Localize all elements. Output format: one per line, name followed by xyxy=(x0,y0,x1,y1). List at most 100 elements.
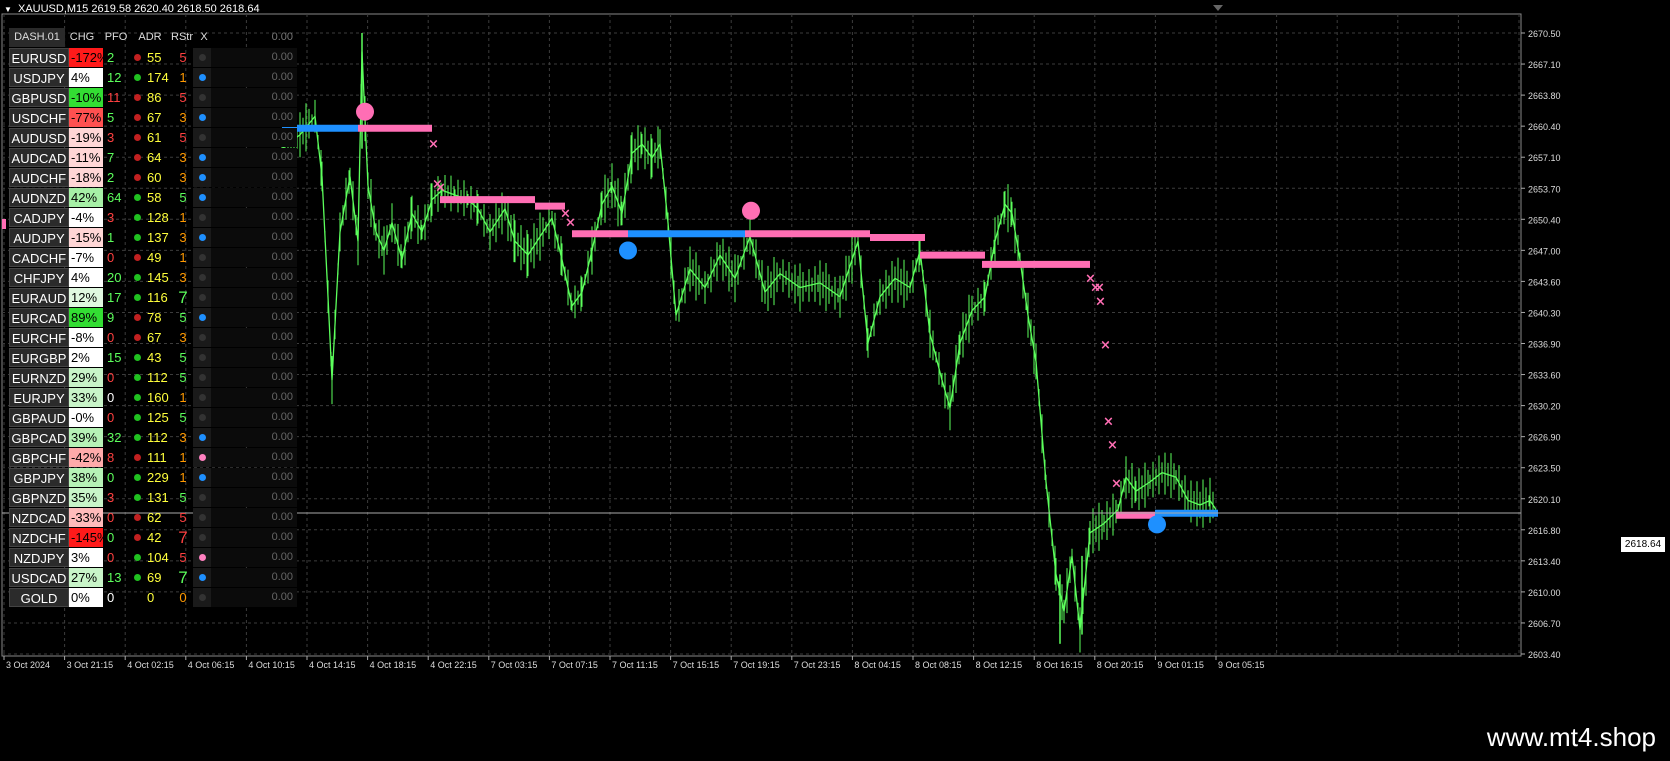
pfo-cell: 0 xyxy=(107,249,115,265)
value-cell: 0.00 xyxy=(211,127,297,147)
symbol-button[interactable]: USDCHF xyxy=(9,107,69,127)
signal-dot-icon xyxy=(193,347,211,367)
symbol-button[interactable]: AUDUSD xyxy=(9,127,69,147)
time-label: 7 Oct 23:15 xyxy=(794,660,841,670)
pfo-cell: 0 xyxy=(107,329,115,345)
dashboard-title[interactable]: DASH.01 xyxy=(9,28,65,47)
price-label: 2647.00 xyxy=(1528,246,1561,256)
change-cell: 4% xyxy=(69,267,103,287)
symbol-button[interactable]: GBPJPY xyxy=(9,467,69,487)
dashboard-row: USDJPY 4% 12 174 1 0.00 xyxy=(9,67,297,87)
symbol-button[interactable]: GOLD xyxy=(9,587,69,607)
price-label: 2620.10 xyxy=(1528,495,1561,505)
pfo-cell: 3 xyxy=(107,489,115,505)
symbol-button[interactable]: NZDCHF xyxy=(9,527,69,547)
symbol-button[interactable]: EURCAD xyxy=(9,307,69,327)
value-cell: 0.00 xyxy=(211,47,297,67)
symbol-button[interactable]: CADJPY xyxy=(9,207,69,227)
signal-dot-icon xyxy=(193,507,211,527)
header-value: 0.00 xyxy=(271,31,293,43)
price-label: 2636.90 xyxy=(1528,340,1561,350)
pfo-cell: 9 xyxy=(107,309,115,325)
rstr-cell: 0 xyxy=(179,589,187,605)
close-button[interactable]: X xyxy=(197,28,211,47)
symbol-button[interactable]: GBPAUD xyxy=(9,407,69,427)
pfo-dot-icon xyxy=(131,488,143,507)
price-label: 2626.90 xyxy=(1528,433,1561,443)
header-rstr[interactable]: RStr xyxy=(167,28,197,47)
header-pfo[interactable]: PFO xyxy=(99,28,133,47)
adr-cell: 160 xyxy=(147,389,169,405)
rstr-cell: 5 xyxy=(179,129,187,145)
symbol-timeframe: XAUUSD,M15 xyxy=(17,3,89,15)
symbol-button[interactable]: EURJPY xyxy=(9,387,69,407)
value-cell: 0.00 xyxy=(211,247,297,267)
symbol-button[interactable]: EURCHF xyxy=(9,327,69,347)
pfo-dot-icon xyxy=(131,508,143,527)
symbol-button[interactable]: AUDCHF xyxy=(9,167,69,187)
signal-cross-icon: × xyxy=(1100,338,1111,353)
price-label: 2616.80 xyxy=(1528,526,1561,536)
header-adr[interactable]: ADR xyxy=(133,28,167,47)
symbol-button[interactable]: EURAUD xyxy=(9,287,69,307)
chart-window[interactable]: 2670.50 2667.10 2663.80 2660.40 2657.10 2653.… xyxy=(0,0,1670,761)
pfo-cell: 17 xyxy=(107,289,122,305)
symbol-button[interactable]: GBPUSD xyxy=(9,87,69,107)
symbol-button[interactable]: EURNZD xyxy=(9,367,69,387)
pfo-dot-icon xyxy=(131,428,143,447)
signal-dot-icon xyxy=(193,247,211,267)
change-cell: 2% xyxy=(69,347,103,367)
pfo-dot-icon xyxy=(131,308,143,327)
signal-dot-icon xyxy=(193,307,211,327)
symbol-button[interactable]: AUDCAD xyxy=(9,147,69,167)
value-cell: 0.00 xyxy=(211,427,297,447)
rstr-cell: 3 xyxy=(179,229,187,245)
symbol-button[interactable]: EURUSD xyxy=(9,47,69,67)
symbol-button[interactable]: GBPCAD xyxy=(9,427,69,447)
symbol-button[interactable]: CHFJPY xyxy=(9,267,69,287)
signal-dot-icon xyxy=(193,107,211,127)
change-cell: -15% xyxy=(69,227,103,247)
price-label: 2667.10 xyxy=(1528,60,1561,70)
dashboard-row: CADJPY -4% 3 128 1 0.00 xyxy=(9,207,297,227)
symbol-button[interactable]: USDCAD xyxy=(9,567,69,587)
adr-cell: 78 xyxy=(147,309,162,325)
header-chg[interactable]: CHG xyxy=(65,28,99,47)
chart-menu-triangle-icon[interactable]: ▼ xyxy=(4,5,12,14)
rstr-cell: 1 xyxy=(179,69,187,85)
pfo-dot-icon xyxy=(131,108,143,127)
adr-cell: 128 xyxy=(147,209,169,225)
rstr-cell: 1 xyxy=(179,389,187,405)
symbol-button[interactable]: NZDJPY xyxy=(9,547,69,567)
symbol-button[interactable]: GBPCHF xyxy=(9,447,69,467)
symbol-button[interactable]: EURGBP xyxy=(9,347,69,367)
dashboard-row: GBPCAD 39% 32 112 3 0.00 xyxy=(9,427,297,447)
time-label: 7 Oct 07:15 xyxy=(551,660,598,670)
dashboard-row: EURNZD 29% 0 112 5 0.00 xyxy=(9,367,297,387)
adr-cell: 86 xyxy=(147,89,162,105)
symbol-button[interactable]: USDJPY xyxy=(9,67,69,87)
change-cell: -4% xyxy=(69,207,103,227)
symbol-button[interactable]: AUDNZD xyxy=(9,187,69,207)
time-label: 4 Oct 06:15 xyxy=(188,660,235,670)
adr-cell: 62 xyxy=(147,509,162,525)
time-label: 7 Oct 19:15 xyxy=(733,660,780,670)
time-label: 4 Oct 18:15 xyxy=(370,660,417,670)
signal-dot-icon xyxy=(193,567,211,587)
change-cell: -11% xyxy=(69,147,103,167)
symbol-button[interactable]: CADCHF xyxy=(9,247,69,267)
change-cell: 42% xyxy=(69,187,103,207)
dashboard-panel: DASH.01 CHG PFO ADR RStr X 0.00 EURUSD -1… xyxy=(9,28,297,607)
pfo-dot-icon xyxy=(131,88,143,107)
symbol-button[interactable]: GBPNZD xyxy=(9,487,69,507)
symbol-button[interactable]: NZDCAD xyxy=(9,507,69,527)
pfo-dot-icon xyxy=(131,188,143,207)
adr-cell: 42 xyxy=(147,529,162,545)
rstr-cell: 7 xyxy=(178,287,188,307)
signal-dot-icon xyxy=(193,427,211,447)
adr-cell: 61 xyxy=(147,129,162,145)
pfo-cell: 0 xyxy=(107,529,115,545)
symbol-button[interactable]: AUDJPY xyxy=(9,227,69,247)
pfo-dot-icon xyxy=(131,328,143,347)
dashboard-row: CHFJPY 4% 20 145 3 0.00 xyxy=(9,267,297,287)
